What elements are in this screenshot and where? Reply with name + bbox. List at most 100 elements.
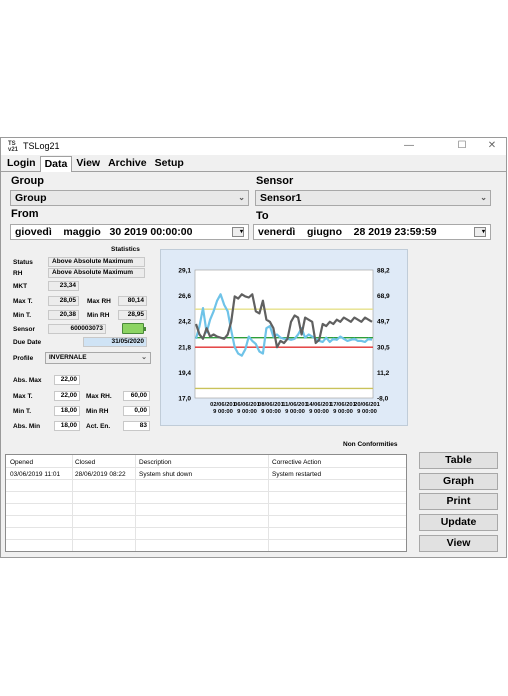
- abs-min-label: Abs. Min: [13, 423, 41, 430]
- x-tick-label: 9 00:00: [357, 409, 377, 415]
- profile-label: Profile: [13, 355, 34, 362]
- status-value: Above Absolute Maximum: [48, 257, 145, 267]
- window-title: TSLog21: [23, 141, 60, 151]
- update-button[interactable]: Update: [419, 514, 498, 531]
- x-tick-label: 9 00:00: [237, 409, 257, 415]
- minimize-button[interactable]: —: [396, 139, 422, 153]
- from-label: From: [11, 208, 39, 220]
- x-tick-label: 9 00:00: [333, 409, 353, 415]
- graph-button[interactable]: Graph: [419, 473, 498, 490]
- sensor-label: Sensor: [256, 175, 294, 187]
- column-header[interactable]: Closed: [75, 459, 95, 466]
- max-t-label: Max T.: [13, 298, 33, 305]
- group-select-value: Group: [15, 192, 47, 204]
- table-header-row: Opened Closed Description Corrective Act…: [6, 457, 406, 468]
- battery-icon: [122, 323, 146, 334]
- table-row: [6, 529, 406, 540]
- group-select[interactable]: Group ⌄: [10, 190, 249, 206]
- title-bar: TS v21 TSLog21 — ☐ ✕: [1, 138, 506, 155]
- min-rh-value: 28,95: [118, 310, 147, 320]
- to-label: To: [256, 210, 269, 222]
- chevron-down-icon: ⌄: [238, 193, 245, 202]
- nonconformities-table[interactable]: Opened Closed Description Corrective Act…: [5, 454, 407, 552]
- sensor-select[interactable]: Sensor1 ⌄: [255, 190, 491, 206]
- max-rh-label: Max RH: [87, 298, 111, 305]
- x-tick-label: 14/06/201: [306, 402, 333, 408]
- calendar-icon[interactable]: ▾: [232, 227, 244, 237]
- x-tick-label: 17/06/201: [330, 402, 357, 408]
- from-date-picker[interactable]: giovedì maggio 30 2019 00:00:00 ▾: [10, 224, 249, 240]
- chevron-down-icon: ⌄: [141, 354, 147, 361]
- y-left-tick-label: 29,1: [178, 268, 191, 275]
- sensor-id-label: Sensor: [13, 326, 36, 333]
- profile-min-rh-value: 0,00: [123, 406, 150, 416]
- due-date-value: 31/05/2020: [83, 337, 147, 347]
- chevron-down-icon: ⌄: [480, 193, 487, 202]
- profile-select-value: INVERNALE: [49, 354, 87, 361]
- table-button[interactable]: Table: [419, 452, 498, 469]
- app-logo-icon: TS v21: [8, 141, 19, 153]
- abs-max-label: Abs. Max: [13, 377, 42, 384]
- tab-login[interactable]: Login: [3, 156, 40, 172]
- to-date-picker[interactable]: venerdì giugno 28 2019 23:59:59 ▾: [253, 224, 491, 240]
- status-label: Status: [13, 259, 33, 266]
- table-row: [6, 493, 406, 504]
- sensor-id-value: 600003073: [48, 324, 106, 334]
- close-button[interactable]: ✕: [479, 139, 505, 153]
- mkt-value: 23,34: [48, 281, 79, 291]
- column-header[interactable]: Corrective Action: [272, 459, 321, 466]
- profile-min-t-label: Min T.: [13, 408, 32, 415]
- description-cell: System shut down: [139, 471, 193, 478]
- plot-area: [194, 269, 374, 399]
- view-button[interactable]: View: [419, 535, 498, 552]
- group-label: Group: [11, 175, 44, 187]
- closed-cell: 28/06/2019 08:22: [75, 471, 126, 478]
- profile-max-t-label: Max T.: [13, 393, 33, 400]
- to-date-value: venerdì giugno 28 2019 23:59:59: [258, 226, 437, 238]
- profile-select[interactable]: INVERNALE ⌄: [45, 352, 151, 364]
- min-t-value: 20,38: [48, 310, 79, 320]
- from-date-value: giovedì maggio 30 2019 00:00:00: [15, 226, 193, 238]
- max-t-value: 28,05: [48, 296, 79, 306]
- due-date-label: Due Date: [13, 339, 42, 346]
- tab-data[interactable]: Data: [39, 156, 73, 172]
- y-right-tick-label: 30,5: [377, 344, 390, 351]
- sensor-select-value: Sensor1: [260, 192, 302, 204]
- tab-bar: Login Data View Archive Setup: [3, 156, 188, 172]
- print-button[interactable]: Print: [419, 493, 498, 510]
- x-tick-label: 9 00:00: [285, 409, 305, 415]
- tab-archive[interactable]: Archive: [104, 156, 151, 172]
- profile-max-t-value: 22,00: [54, 391, 80, 401]
- tab-view[interactable]: View: [72, 156, 104, 172]
- y-left-tick-label: 19,4: [178, 370, 191, 377]
- profile-min-rh-label: Min RH: [86, 408, 109, 415]
- x-tick-label: 20/06/201: [354, 402, 381, 408]
- act-en-value: 83: [123, 421, 150, 431]
- min-rh-label: Min RH: [87, 312, 110, 319]
- chart-panel: 29,1 26,6 24,2 21,8 19,4 17,0 88,2 68,9 49,7 30,5…: [160, 249, 408, 426]
- profile-max-rh-value: 60,00: [123, 391, 150, 401]
- table-row[interactable]: 03/06/2019 11:01 28/06/2019 08:22 System…: [6, 469, 406, 480]
- column-header[interactable]: Description: [139, 459, 172, 466]
- table-row: [6, 517, 406, 528]
- table-row: [6, 481, 406, 492]
- y-right-tick-label: 68,9: [377, 293, 390, 300]
- calendar-icon[interactable]: ▾: [474, 227, 486, 237]
- x-tick-label: 9 00:00: [309, 409, 329, 415]
- rh-value: Above Absolute Maximum: [48, 268, 145, 278]
- profile-max-rh-label: Max RH.: [86, 393, 112, 400]
- y-right-tick-label: 88,2: [377, 268, 390, 275]
- x-tick-label: 06/06/201: [234, 402, 261, 408]
- y-right-tick-label: 49,7: [377, 319, 390, 326]
- statistics-heading: Statistics: [111, 246, 140, 253]
- tab-setup[interactable]: Setup: [151, 156, 188, 172]
- opened-cell: 03/06/2019 11:01: [10, 471, 61, 478]
- column-header[interactable]: Opened: [10, 459, 33, 466]
- maximize-button[interactable]: ☐: [449, 139, 475, 153]
- rh-label: RH: [13, 270, 23, 277]
- y-left-tick-label: 24,2: [178, 319, 191, 326]
- profile-min-t-value: 18,00: [54, 406, 80, 416]
- x-tick-label: 9 00:00: [261, 409, 281, 415]
- x-tick-label: 08/06/201: [258, 402, 285, 408]
- x-tick-label: 9 00:00: [213, 409, 233, 415]
